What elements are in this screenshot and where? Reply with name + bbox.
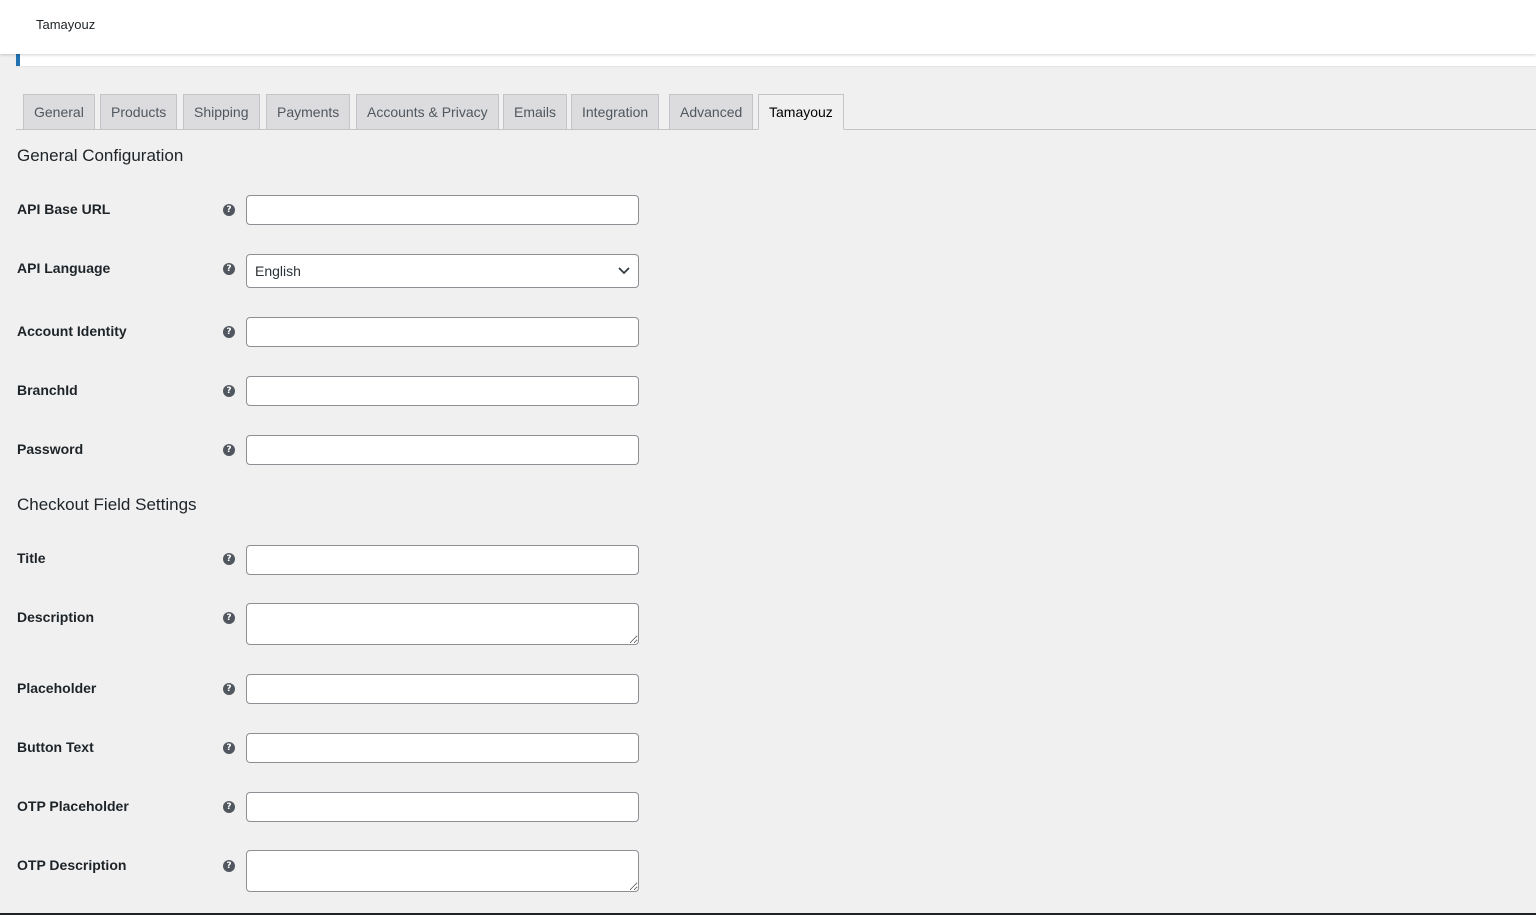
question-circle-icon[interactable]: ? — [223, 326, 235, 338]
tab-accounts-privacy[interactable]: Accounts & Privacy — [356, 94, 499, 129]
branch-id-input[interactable] — [246, 376, 639, 406]
tab-payments[interactable]: Payments — [266, 94, 351, 129]
button-text-input[interactable] — [246, 733, 639, 763]
otp-placeholder-label: OTP Placeholder — [17, 798, 129, 814]
placeholder-input[interactable] — [246, 674, 639, 704]
branch-id-label: BranchId — [17, 382, 78, 398]
password-input[interactable] — [246, 435, 639, 465]
notice-strip — [16, 54, 1536, 66]
question-circle-icon[interactable]: ? — [223, 385, 235, 397]
tab-integration[interactable]: Integration — [571, 94, 660, 129]
otp-placeholder-input[interactable] — [246, 792, 639, 822]
tab-advanced[interactable]: Advanced — [669, 94, 754, 129]
password-label: Password — [17, 441, 84, 457]
api-base-url-label: API Base URL — [17, 201, 111, 217]
chevron-down-icon — [618, 255, 630, 298]
general-configuration-heading: General Configuration — [17, 146, 184, 165]
api-base-url-input[interactable] — [246, 195, 639, 225]
api-language-label: API Language — [17, 260, 111, 276]
question-circle-icon[interactable]: ? — [223, 683, 235, 695]
account-identity-label: Account Identity — [17, 323, 127, 339]
question-circle-icon[interactable]: ? — [223, 204, 235, 216]
description-textarea[interactable] — [246, 603, 639, 645]
button-text-label: Button Text — [17, 739, 94, 755]
api-language-value: English — [255, 263, 301, 279]
otp-description-label: OTP Description — [17, 857, 127, 873]
placeholder-label: Placeholder — [17, 680, 97, 696]
tab-emails[interactable]: Emails — [503, 94, 568, 129]
title-input[interactable] — [246, 545, 639, 575]
question-circle-icon[interactable]: ? — [223, 444, 235, 456]
tab-general[interactable]: General — [23, 94, 95, 129]
tab-shipping[interactable]: Shipping — [183, 94, 260, 129]
question-circle-icon[interactable]: ? — [223, 801, 235, 813]
question-circle-icon[interactable]: ? — [223, 263, 235, 275]
title-label: Title — [17, 550, 46, 566]
api-language-select[interactable]: English — [246, 254, 639, 288]
tab-tamayouz[interactable]: Tamayouz — [758, 94, 844, 130]
checkout-field-settings-heading: Checkout Field Settings — [17, 495, 197, 514]
page-title: Tamayouz — [36, 17, 96, 32]
otp-description-textarea[interactable] — [246, 850, 639, 892]
settings-tabs: General Products Shipping Payments Accou… — [16, 94, 1536, 130]
description-label: Description — [17, 609, 95, 625]
tab-products[interactable]: Products — [100, 94, 178, 129]
question-circle-icon[interactable]: ? — [223, 553, 235, 565]
question-circle-icon[interactable]: ? — [223, 742, 235, 754]
question-circle-icon[interactable]: ? — [223, 612, 235, 624]
question-circle-icon[interactable]: ? — [223, 860, 235, 872]
top-bar: Tamayouz — [0, 0, 1536, 54]
account-identity-input[interactable] — [246, 317, 639, 347]
